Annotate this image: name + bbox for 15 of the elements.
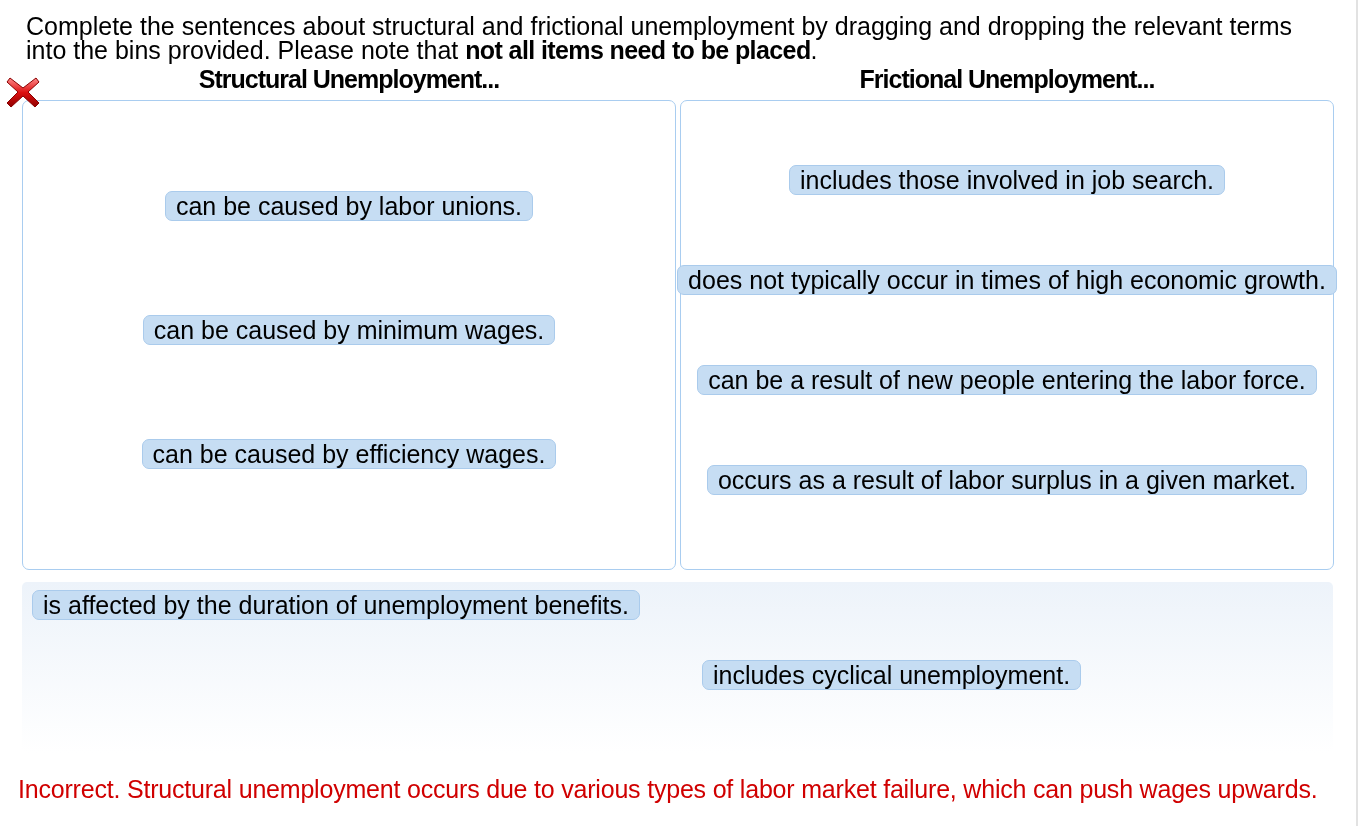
- term-chip[interactable]: includes cyclical unemployment.: [702, 660, 1082, 690]
- instructions-text: Complete the sentences about structural and frictional unemployment by dragging and dropping the relevant terms into the bins provided. Please note that not all items need to be placed.: [26, 14, 1293, 62]
- bin-heading: Frictional Unemployment...: [859, 64, 1155, 94]
- term-chip[interactable]: includes those involved in job search.: [788, 165, 1226, 195]
- term-chip[interactable]: can be a result of new people entering the labor force.: [697, 365, 1317, 395]
- drop-bin[interactable]: can be caused by labor unions. can be caused by minimum wages. can be caused by efficiency wages.: [22, 100, 676, 570]
- term-chip[interactable]: can be caused by labor unions.: [164, 191, 534, 221]
- term-chip[interactable]: can be caused by efficiency wages.: [141, 439, 557, 469]
- term-chip[interactable]: is affected by the duration of unemployment benefits.: [32, 590, 640, 620]
- drop-bin[interactable]: [680, 100, 1334, 570]
- term-chip[interactable]: does not typically occur in times of high economic growth.: [677, 265, 1337, 295]
- term-chip[interactable]: occurs as a result of labor surplus in a given market.: [706, 465, 1307, 495]
- term-chip[interactable]: can be caused by minimum wages.: [142, 315, 556, 345]
- bin-heading: Structural Unemployment...: [198, 64, 500, 94]
- feedback-text: Incorrect. Structural unemployment occurs due to various types of labor market failure, which can push wages upwards.: [18, 775, 1319, 804]
